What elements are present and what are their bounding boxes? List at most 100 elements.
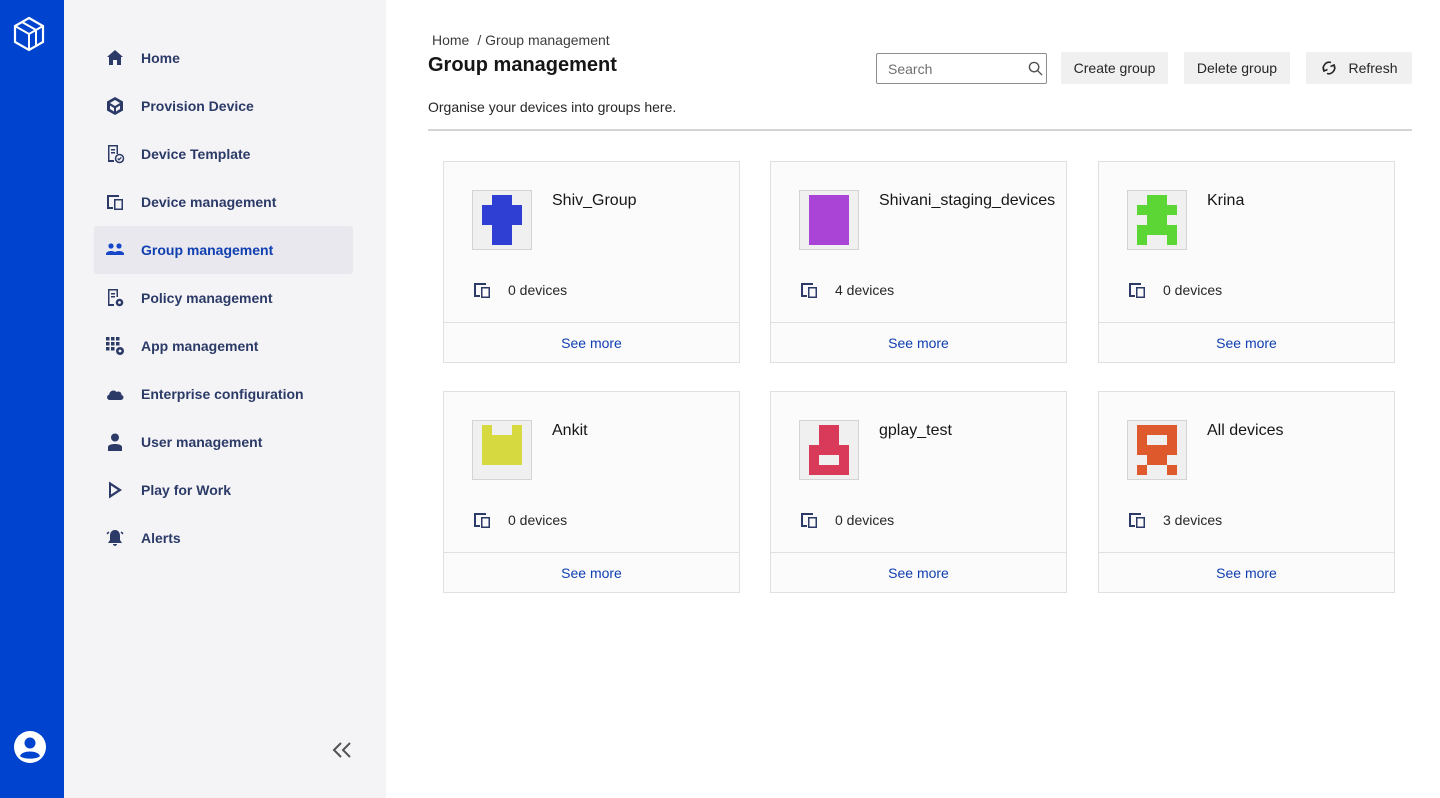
group-card: All devices 3 devices See more [1098,391,1395,593]
device-count-row: 0 devices [1127,280,1222,300]
sidebar-item-label: Provision Device [141,98,254,114]
devices-icon [801,513,817,528]
provision-device-icon [105,96,125,116]
group-name: Shiv_Group [552,192,637,209]
search-box [876,53,1047,84]
play-icon [105,480,125,500]
breadcrumb-current: / Group management [477,32,610,48]
group-card: Krina 0 devices See more [1098,161,1395,363]
page-description: Organise your devices into groups here. [428,99,677,115]
group-avatar [799,190,859,250]
sidebar-nav: Home Provision Device Device Template De… [94,34,353,562]
device-template-icon [105,144,125,164]
sidebar: Home Provision Device Device Template De… [64,0,386,798]
identicon-icon [809,195,849,245]
see-more-link[interactable]: See more [1216,335,1277,351]
device-count: 0 devices [508,282,568,298]
group-name: Ankit [552,422,588,439]
device-management-icon [105,192,125,212]
delete-group-button[interactable]: Delete group [1184,52,1290,84]
home-icon [105,48,125,68]
devices-icon [1129,513,1145,528]
device-count: 0 devices [508,512,568,528]
group-name: gplay_test [879,422,952,439]
device-count: 0 devices [835,512,895,528]
see-more-link[interactable]: See more [888,335,949,351]
device-count-row: 3 devices [1127,510,1222,530]
group-name: All devices [1207,422,1284,439]
sidebar-item-app-management[interactable]: App management [94,322,353,370]
device-count-row: 0 devices [799,510,894,530]
card-footer: See more [771,552,1066,593]
search-input[interactable] [877,54,1017,83]
devices-icon [801,283,817,298]
see-more-link[interactable]: See more [561,565,622,581]
sidebar-item-device-template[interactable]: Device Template [94,130,353,178]
sidebar-item-home[interactable]: Home [94,34,353,82]
search-icon[interactable] [1028,61,1043,76]
group-card: Shiv_Group 0 devices See more [443,161,740,363]
card-footer: See more [771,322,1066,363]
device-count-row: 0 devices [472,280,567,300]
group-name: Krina [1207,192,1245,209]
see-more-link[interactable]: See more [888,565,949,581]
see-more-link[interactable]: See more [1216,565,1277,581]
app-rail [0,0,64,798]
page-title: Group management [428,54,617,76]
bell-icon [105,528,125,548]
sidebar-item-enterprise-configuration[interactable]: Enterprise configuration [94,370,353,418]
header-divider [428,129,1412,131]
card-footer: See more [444,552,739,593]
app-logo-icon[interactable] [12,16,46,52]
user-icon [105,432,125,452]
refresh-button[interactable]: Refresh [1306,52,1412,84]
group-name: Shivani_staging_devices [879,192,1056,209]
sidebar-item-policy-management[interactable]: Policy management [94,274,353,322]
devices-icon [474,513,490,528]
refresh-label: Refresh [1348,60,1398,76]
sidebar-item-label: Enterprise configuration [141,386,304,402]
cloud-icon [105,384,125,404]
group-avatar [1127,420,1187,480]
device-count: 4 devices [835,282,895,298]
breadcrumb-home-link[interactable]: Home [432,32,469,48]
group-avatar [1127,190,1187,250]
sidebar-item-user-management[interactable]: User management [94,418,353,466]
card-footer: See more [444,322,739,363]
device-count-row: 0 devices [472,510,567,530]
collapse-sidebar-icon[interactable] [330,738,354,762]
group-avatar [472,190,532,250]
user-account-icon[interactable] [13,730,47,764]
card-footer: See more [1099,552,1394,593]
sidebar-item-alerts[interactable]: Alerts [94,514,353,562]
device-count: 0 devices [1163,282,1223,298]
sidebar-item-label: Home [141,50,180,66]
breadcrumb: Home / Group management [432,32,610,48]
group-avatar [472,420,532,480]
sidebar-item-provision-device[interactable]: Provision Device [94,82,353,130]
policy-icon [105,288,125,308]
group-card: gplay_test 0 devices See more [770,391,1067,593]
sidebar-item-label: Alerts [141,530,181,546]
card-footer: See more [1099,322,1394,363]
sidebar-item-label: Play for Work [141,482,231,498]
devices-icon [474,283,490,298]
device-count: 3 devices [1163,512,1223,528]
sidebar-item-label: Device Template [141,146,251,162]
identicon-icon [1137,425,1177,475]
identicon-icon [482,425,522,465]
create-group-button[interactable]: Create group [1061,52,1168,84]
sidebar-item-label: Policy management [141,290,273,306]
group-card: Ankit 0 devices See more [443,391,740,593]
sidebar-item-device-management[interactable]: Device management [94,178,353,226]
app-management-icon [105,336,125,356]
identicon-icon [809,425,849,475]
sidebar-item-play-for-work[interactable]: Play for Work [94,466,353,514]
identicon-icon [482,195,522,245]
see-more-link[interactable]: See more [561,335,622,351]
sidebar-item-group-management[interactable]: Group management [94,226,353,274]
identicon-icon [1137,195,1177,245]
refresh-icon [1322,61,1337,75]
group-card: Shivani_staging_devices 4 devices See more [770,161,1067,363]
devices-icon [1129,283,1145,298]
